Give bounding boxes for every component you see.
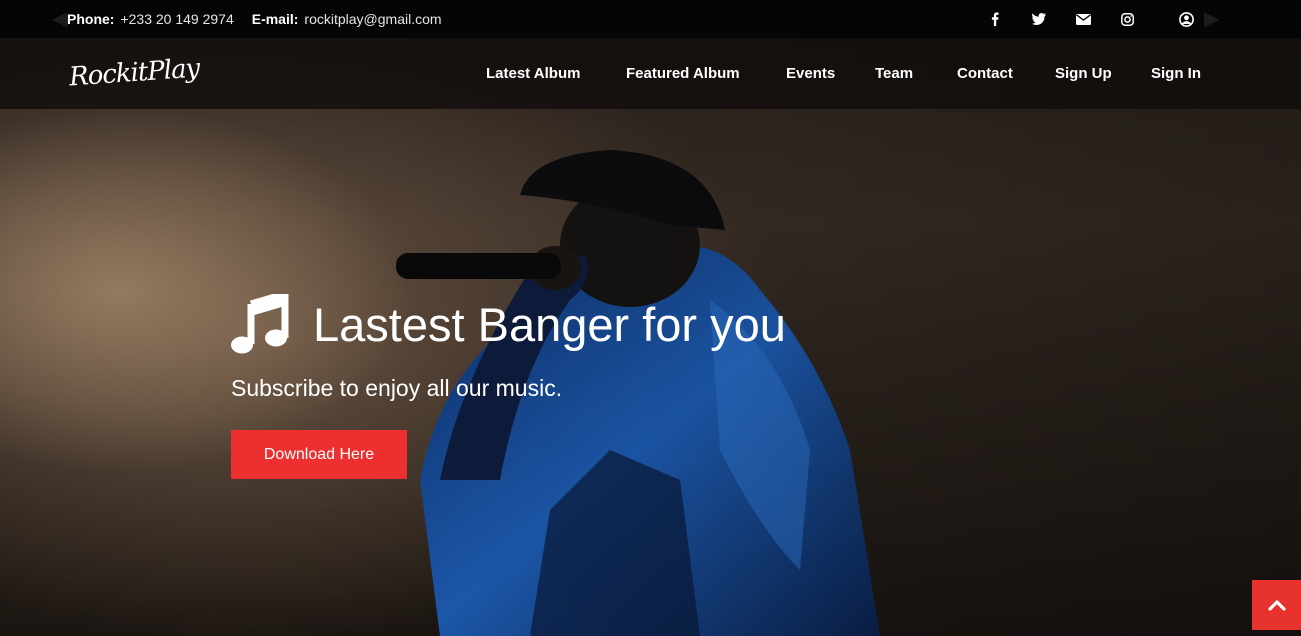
- download-button[interactable]: Download Here: [231, 430, 407, 479]
- nav-item-team[interactable]: Team: [875, 65, 913, 82]
- music-note-icon: [231, 294, 289, 354]
- top-bar: Phone: +233 20 149 2974 E-mail: rockitplay@…: [0, 0, 1301, 38]
- nav-item-sign-up[interactable]: Sign Up: [1055, 65, 1112, 82]
- nav-item-events[interactable]: Events: [786, 65, 835, 82]
- twitter-icon[interactable]: [1030, 9, 1048, 29]
- nav-item-contact[interactable]: Contact: [957, 65, 1013, 82]
- nav-item-latest-album[interactable]: Latest Album: [486, 65, 580, 82]
- scroll-to-top-button[interactable]: [1252, 580, 1301, 630]
- hero-title: Lastest Banger for you: [313, 297, 786, 351]
- facebook-icon[interactable]: [986, 9, 1004, 29]
- envelope-icon[interactable]: [1074, 9, 1092, 29]
- site-logo[interactable]: RockitPlay: [68, 53, 200, 92]
- nav-item-featured-album[interactable]: Featured Album: [626, 65, 740, 82]
- chevron-up-icon: [1267, 600, 1286, 611]
- hero-headline: Lastest Banger for you: [231, 292, 786, 356]
- main-navbar: RockitPlay Latest Album Featured Album E…: [0, 38, 1301, 109]
- social-links: [0, 9, 1301, 29]
- user-circle-icon[interactable]: [1177, 9, 1195, 29]
- nav-item-sign-in[interactable]: Sign In: [1151, 65, 1201, 82]
- page: Phone: +233 20 149 2974 E-mail: rockitplay@…: [0, 0, 1301, 636]
- instagram-icon[interactable]: [1118, 9, 1136, 29]
- hero-subtitle: Subscribe to enjoy all our music.: [231, 375, 563, 401]
